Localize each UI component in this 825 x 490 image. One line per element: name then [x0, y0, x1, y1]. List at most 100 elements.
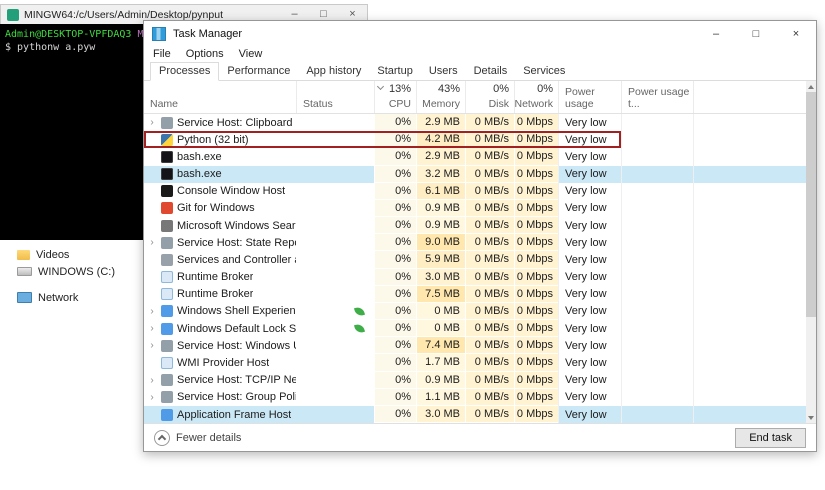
- network-cell: 0 Mbps: [514, 131, 558, 149]
- process-row[interactable]: Console Window Host 0% 6.1 MB 0 MB/s 0 Mbps V…: [144, 182, 806, 200]
- memory-cell: 7.4 MB: [416, 337, 465, 355]
- memory-column-label: Memory: [422, 98, 460, 110]
- cpu-cell: 0%: [374, 165, 416, 183]
- process-name: Runtime Broker: [177, 271, 254, 284]
- tab-details[interactable]: Details: [466, 63, 516, 80]
- cpu-cell: 0%: [374, 199, 416, 218]
- process-row[interactable]: › Windows Shell Experience Host 0%0 MB0 MB…: [144, 302, 806, 321]
- column-header-cpu[interactable]: 13% CPU: [374, 81, 416, 113]
- column-header-status[interactable]: Status: [296, 81, 374, 113]
- power-usage-cell: Very low: [558, 302, 621, 321]
- name-cell: › Service Host: Clipboard User Ser...: [144, 114, 296, 131]
- process-row[interactable]: WMI Provider Host 0% 1.7 MB 0 MB/s 0 Mbps Ver…: [144, 354, 806, 372]
- menu-file[interactable]: File: [153, 48, 171, 60]
- minimize-button[interactable]: –: [696, 21, 736, 46]
- end-task-button[interactable]: End task: [735, 427, 806, 448]
- name-cell: › Service Host: Group Policy Client: [144, 389, 296, 406]
- disk-cell: 0 MB/s: [465, 371, 514, 389]
- process-row[interactable]: Application Frame Host 0% 3.0 MB 0 MB/s 0 Mb…: [144, 405, 806, 424]
- column-header-disk[interactable]: 0% Disk: [465, 81, 514, 113]
- cpu-cell: 0%: [374, 131, 416, 149]
- expand-chevron-icon[interactable]: ›: [147, 340, 157, 351]
- power-usage-cell: Very low: [558, 320, 621, 338]
- taskmanager-window: Task Manager – □ × File Options View Proce…: [143, 20, 817, 452]
- tab-performance[interactable]: Performance: [219, 63, 298, 80]
- chevron-up-icon: [157, 434, 167, 443]
- git-icon: [161, 202, 173, 215]
- process-row[interactable]: bash.exe 0% 2.9 MB 0 MB/s 0 Mbps Very low: [144, 148, 806, 166]
- menu-options[interactable]: Options: [186, 48, 224, 60]
- expand-chevron-icon[interactable]: ›: [147, 306, 157, 317]
- column-header-power-usage[interactable]: Power usage: [558, 81, 621, 113]
- tab-app-history[interactable]: App history: [298, 63, 369, 80]
- tab-startup[interactable]: Startup: [369, 63, 420, 80]
- column-header-memory[interactable]: 43% Memory: [416, 81, 465, 113]
- cpu-cell: 0%: [374, 217, 416, 235]
- process-row[interactable]: Python (32 bit) 0% 4.2 MB 0 MB/s 0 Mbps Very …: [144, 131, 806, 149]
- process-row[interactable]: › Service Host: Clipboard User Ser... 0%2.…: [144, 114, 806, 132]
- process-row[interactable]: Git for Windows 0% 0.9 MB 0 MB/s 0 Mbps Very …: [144, 199, 806, 218]
- explorer-item-network[interactable]: Network: [0, 289, 145, 306]
- expand-chevron-icon[interactable]: ›: [147, 323, 157, 334]
- process-name: Service Host: Clipboard User Ser...: [177, 116, 296, 129]
- column-header-network[interactable]: 0% Network: [514, 81, 558, 113]
- process-row[interactable]: ›Service Host: Windows Update0%7.4 MB0 M…: [144, 337, 806, 355]
- window-controls: – □ ×: [696, 21, 816, 46]
- power-usage-cell: Very low: [558, 285, 621, 303]
- close-button[interactable]: ×: [776, 21, 816, 46]
- expand-chevron-icon[interactable]: ›: [147, 117, 157, 128]
- expand-chevron-icon[interactable]: ›: [147, 392, 157, 403]
- process-row[interactable]: Services and Controller app 0%5.9 MB0 MB/…: [144, 251, 806, 269]
- explorer-item-label: Network: [38, 291, 79, 304]
- taskmanager-footer: Fewer details End task: [144, 423, 816, 451]
- network-total-percent: 0%: [537, 83, 553, 95]
- prompt-user: Admin@DESKTOP-VPFDAQ3: [5, 29, 132, 40]
- process-row[interactable]: › Windows Default Lock Screen 0%0 MB0 MB/s…: [144, 320, 806, 338]
- scroll-up-button[interactable]: [806, 81, 816, 92]
- name-cell: Git for Windows: [144, 200, 296, 217]
- status-cell: [296, 131, 374, 148]
- process-name: Service Host: State Repository S...: [177, 236, 296, 249]
- tab-services[interactable]: Services: [515, 63, 573, 80]
- network-cell: 0 Mbps: [514, 234, 558, 252]
- cpu-cell: 0%: [374, 337, 416, 355]
- memory-cell: 0.9 MB: [416, 199, 465, 218]
- expand-chevron-icon[interactable]: ›: [147, 375, 157, 386]
- explorer-item-videos[interactable]: Videos: [0, 246, 145, 263]
- process-row[interactable]: Runtime Broker 0% 3.0 MB 0 MB/s 0 Mbps Very l…: [144, 268, 806, 286]
- memory-cell: 6.1 MB: [416, 182, 465, 200]
- process-row[interactable]: Microsoft Windows Search Filte... 0%0.9 M…: [144, 217, 806, 235]
- memory-cell: 0 MB: [416, 302, 465, 321]
- scroll-up-arrow-icon: [808, 84, 814, 89]
- disk-cell: 0 MB/s: [465, 114, 514, 132]
- app-frame-icon: [161, 408, 173, 421]
- explorer-item-windows-c-[interactable]: WINDOWS (C:): [0, 263, 145, 280]
- process-row[interactable]: › Service Host: TCP/IP NetBIOS H... 0%0.9 …: [144, 371, 806, 389]
- scrollbar-thumb[interactable]: [806, 92, 816, 317]
- wmi-icon: [161, 356, 173, 369]
- row-filler: [693, 217, 806, 235]
- column-header-power-usage-trend[interactable]: Power usage t...: [621, 81, 693, 113]
- tab-users[interactable]: Users: [421, 63, 466, 80]
- status-cell: [296, 389, 374, 406]
- process-row[interactable]: Runtime Broker 0% 7.5 MB 0 MB/s 0 Mbps Very l…: [144, 285, 806, 303]
- power-usage-trend-cell: [621, 131, 693, 149]
- terminal-icon: [161, 150, 173, 163]
- taskmanager-titlebar[interactable]: Task Manager – □ ×: [144, 21, 816, 46]
- expand-chevron-icon[interactable]: ›: [147, 237, 157, 248]
- status-cell: [296, 166, 374, 183]
- scroll-down-button[interactable]: [806, 412, 816, 423]
- process-row[interactable]: › Service Host: Group Policy Client 0%1.1 …: [144, 388, 806, 406]
- menu-view[interactable]: View: [239, 48, 263, 60]
- process-row[interactable]: bash.exe 0% 3.2 MB 0 MB/s 0 Mbps Very low: [144, 165, 806, 183]
- row-filler: [693, 320, 806, 338]
- network-cell: 0 Mbps: [514, 371, 558, 389]
- terminal-command: $ pythonw a.pyw: [5, 42, 96, 53]
- maximize-button[interactable]: □: [736, 21, 776, 46]
- fewer-details-button[interactable]: Fewer details: [154, 429, 241, 446]
- name-cell: bash.exe: [144, 166, 296, 183]
- process-row[interactable]: › Service Host: State Repository S... 0%9.…: [144, 234, 806, 252]
- tab-processes[interactable]: Processes: [150, 62, 220, 81]
- column-header-name[interactable]: Name: [144, 81, 296, 113]
- vertical-scrollbar[interactable]: [806, 81, 816, 423]
